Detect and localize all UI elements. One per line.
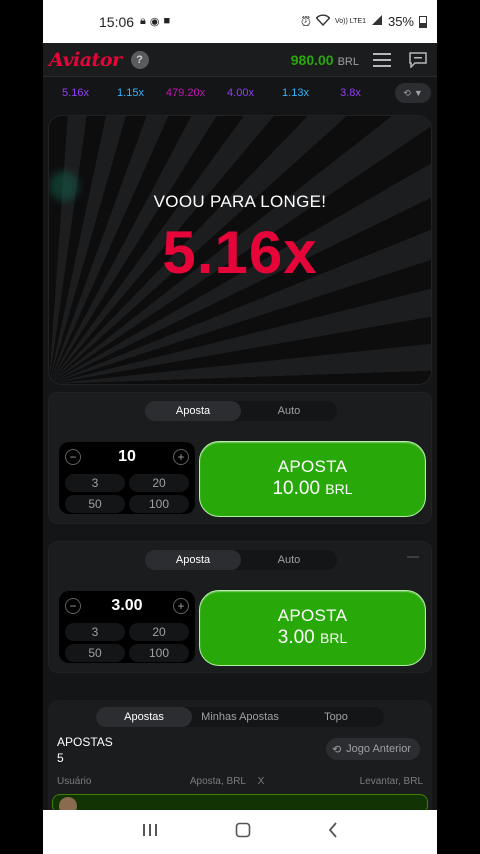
column-cashout: Levantar, BRL [359, 776, 423, 787]
home-icon [235, 822, 251, 837]
bets-count: 5 [57, 751, 64, 765]
right-letterbox [437, 0, 480, 854]
android-navigation-bar [43, 810, 437, 854]
clock-icon: ⟲ [403, 87, 411, 98]
place-bet-button[interactable]: APOSTA 10.00 BRL [199, 441, 426, 517]
flew-away-message: VOOU PARA LONGE! [153, 192, 327, 211]
quick-stake-button[interactable]: 100 [129, 644, 189, 662]
quick-stake-button[interactable]: 20 [129, 623, 189, 641]
status-bar: 15:06 🔒︎ ◉ ■ ⏰︎ Vo)) LTE1 35% [43, 0, 437, 43]
tab-bet[interactable]: Aposta [145, 550, 241, 570]
crash-multiplier: 5.16x [162, 219, 318, 286]
quick-stakes: 3 20 50 100 [59, 472, 195, 513]
bet-button-currency: BRL [320, 630, 348, 646]
quick-stake-button[interactable]: 3 [65, 623, 125, 641]
history-multiplier: 4.00x [227, 87, 254, 99]
history-multiplier: 1.15x [117, 87, 144, 99]
remove-panel-button[interactable] [407, 556, 419, 558]
home-button[interactable] [235, 822, 251, 843]
quick-stakes: 3 20 50 100 [59, 621, 195, 662]
column-user: Usuário [57, 776, 92, 787]
chevron-down-icon: ▼ [413, 88, 423, 98]
increase-stake-button[interactable]: + [172, 449, 189, 465]
hamburger-icon [373, 52, 391, 67]
quick-stake-button[interactable]: 100 [129, 495, 189, 513]
previous-round-label: Jogo Anterior [346, 743, 411, 755]
tab-auto[interactable]: Auto [241, 550, 337, 570]
bet-button-amount: 10.00 [272, 478, 321, 499]
lock-icon: 🔒︎ [140, 15, 146, 27]
balance-currency: BRL [337, 55, 359, 68]
quick-stake-button[interactable]: 50 [65, 495, 125, 513]
alarm-icon: ⏰︎ [300, 13, 311, 29]
bet-button-label: APOSTA [277, 457, 348, 476]
battery-icon [419, 15, 427, 28]
balance-amount: 980.00 [290, 51, 334, 68]
left-letterbox [0, 0, 43, 854]
multiplier-history: 5.16x 1.15x 479.20x 4.00x 1.13x 3.8x ⟲ ▼ [43, 77, 437, 109]
bet-mode-switcher: Aposta Auto [145, 401, 337, 421]
column-multiplier: X [257, 776, 265, 787]
stake-control: − 3.00 + 3 20 50 100 [59, 591, 195, 663]
network-label: Vo)) LTE1 [334, 18, 366, 25]
back-button[interactable] [328, 821, 338, 843]
increase-stake-button[interactable]: + [172, 598, 189, 614]
decrease-stake-button[interactable]: − [65, 598, 81, 614]
history-multiplier: 3.8x [340, 87, 361, 99]
app-header: Aviator ? 980.00 BRL [43, 43, 437, 77]
recents-icon [142, 823, 157, 836]
status-time: 15:06 [99, 13, 135, 30]
quick-stake-button[interactable]: 20 [129, 474, 189, 492]
history-multiplier: 1.13x [282, 87, 309, 99]
recent-apps-button[interactable] [142, 823, 158, 842]
tab-all-bets[interactable]: Apostas [96, 707, 192, 727]
quick-stake-button[interactable]: 3 [65, 474, 125, 492]
chat-icon [409, 51, 427, 68]
decrease-stake-button[interactable]: − [65, 449, 81, 465]
aviator-logo: Aviator [49, 48, 122, 71]
bets-panel: Apostas Minhas Apostas Topo APOSTAS 5 ⟲ … [48, 700, 432, 815]
record-icon: ◉ [149, 16, 160, 28]
camera-icon: ■ [163, 15, 171, 27]
history-toggle-button[interactable]: ⟲ ▼ [395, 83, 431, 103]
bet-button-label: APOSTA [277, 606, 348, 625]
game-field: VOOU PARA LONGE! 5.16x [48, 115, 432, 385]
bet-button-amount: 3.00 [277, 627, 315, 648]
previous-round-button[interactable]: ⟲ Jogo Anterior [325, 738, 420, 760]
bet-button-currency: BRL [325, 481, 353, 497]
bet-mode-switcher: Aposta Auto [145, 550, 337, 570]
stake-control: − 10 + 3 20 50 100 [59, 442, 195, 514]
bet-panel-2: Aposta Auto − 3.00 + 3 20 50 100 APOSTA … [48, 541, 432, 673]
history-multiplier: 479.20x [165, 87, 206, 99]
quick-stake-button[interactable]: 50 [65, 644, 125, 662]
history-multiplier: 5.16x [62, 87, 89, 99]
bets-title: APOSTAS [57, 735, 113, 749]
wifi-icon [315, 14, 331, 29]
column-bet: Aposta, BRL [189, 776, 246, 787]
balance: 980.00 BRL [291, 52, 359, 68]
tab-auto[interactable]: Auto [241, 401, 337, 421]
bet-panel-1: Aposta Auto − 10 + 3 20 50 100 APOSTA 10… [48, 392, 432, 524]
status-notification-icons: 🔒︎ ◉ ■ [140, 15, 170, 28]
tab-my-bets[interactable]: Minhas Apostas [192, 707, 288, 727]
stake-input[interactable]: 10 [118, 448, 136, 466]
menu-button[interactable] [369, 47, 395, 73]
bets-tabs: Apostas Minhas Apostas Topo [96, 707, 384, 727]
help-button[interactable]: ? [130, 50, 149, 69]
chat-button[interactable] [405, 47, 431, 73]
signal-icon [371, 14, 383, 29]
battery-percent: 35% [387, 14, 414, 29]
status-right: ⏰︎ Vo)) LTE1 35% [301, 14, 427, 30]
history-icon: ⟲ [331, 743, 342, 756]
back-icon [329, 821, 337, 838]
phone-screen: 15:06 🔒︎ ◉ ■ ⏰︎ Vo)) LTE1 35% Aviator ? … [43, 0, 437, 854]
place-bet-button[interactable]: APOSTA 3.00 BRL [199, 590, 426, 666]
tab-top[interactable]: Topo [288, 707, 384, 727]
stake-input[interactable]: 3.00 [111, 597, 142, 615]
bets-table-header: Usuário Aposta, BRL X Levantar, BRL [57, 776, 423, 787]
tab-bet[interactable]: Aposta [145, 401, 241, 421]
